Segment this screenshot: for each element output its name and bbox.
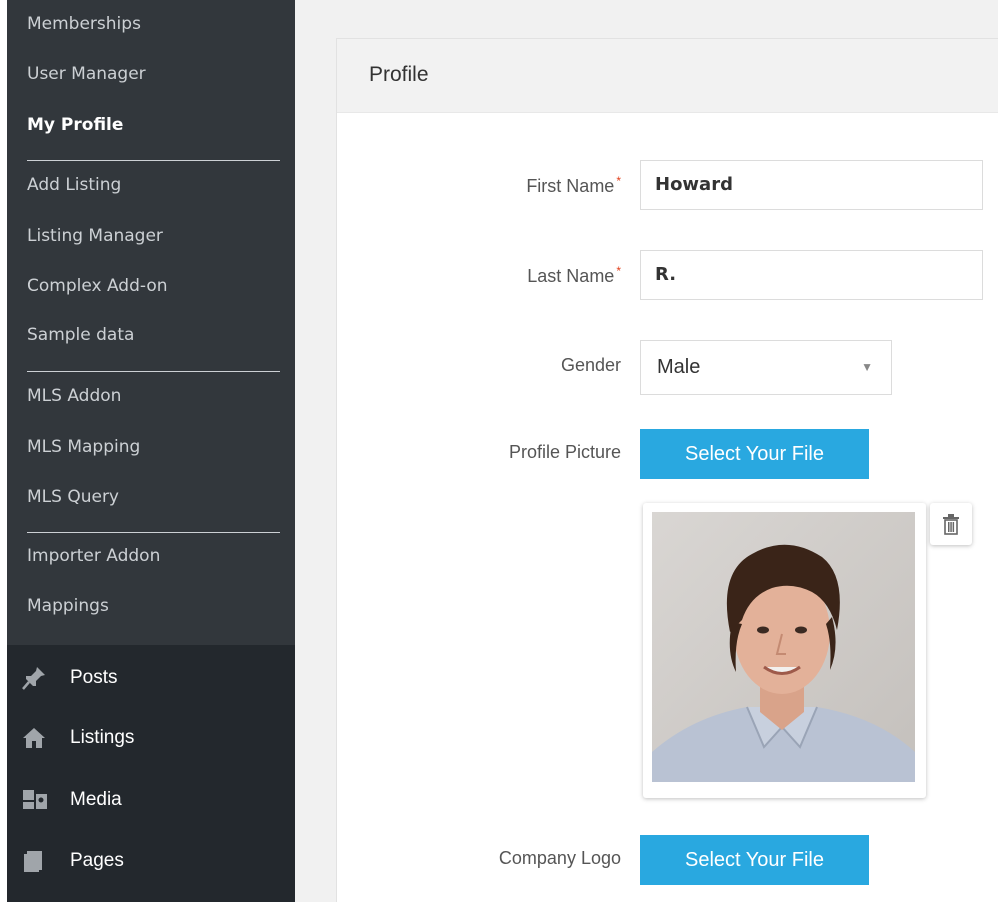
last-name-label-text: Last Name	[527, 266, 615, 286]
profile-photo	[652, 512, 915, 782]
company-logo-select-button[interactable]: Select Your File	[640, 835, 869, 885]
first-name-label: First Name *	[526, 174, 621, 197]
profile-picture-preview	[643, 503, 926, 798]
gender-label: Gender	[560, 355, 621, 375]
chevron-down-icon: ▼	[861, 360, 873, 374]
menu-item-label: Listings	[70, 727, 135, 748]
submenu-divider	[27, 532, 280, 533]
submenu: Memberships User Manager My Profile Add …	[7, 0, 295, 645]
submenu-item-mls-mapping[interactable]: MLS Mapping	[27, 437, 140, 457]
home-icon	[21, 725, 61, 751]
submenu-item-mls-query[interactable]: MLS Query	[27, 487, 119, 507]
submenu-item-my-profile[interactable]: My Profile	[27, 115, 123, 135]
trash-icon	[943, 514, 959, 535]
menu-item-label: Posts	[70, 667, 118, 688]
panel-title: Profile	[369, 63, 429, 86]
pin-icon	[21, 665, 61, 691]
submenu-item-listing-manager[interactable]: Listing Manager	[27, 226, 163, 246]
submenu-divider	[27, 371, 280, 372]
menu-item-posts[interactable]: Posts	[7, 648, 295, 708]
admin-sidebar: Memberships User Manager My Profile Add …	[7, 0, 295, 902]
menu-item-label: Pages	[70, 850, 124, 871]
submenu-item-sample-data[interactable]: Sample data	[27, 325, 134, 345]
profile-picture-label: Profile Picture	[508, 442, 621, 462]
menu-item-media[interactable]: Media	[7, 770, 295, 830]
submenu-item-add-listing[interactable]: Add Listing	[27, 175, 121, 195]
last-name-label: Last Name *	[527, 264, 621, 287]
pages-icon	[21, 848, 61, 874]
first-name-input[interactable]: Howard	[640, 160, 983, 210]
menu-item-listings[interactable]: Listings	[7, 708, 295, 768]
gender-select[interactable]: Male ▼	[640, 340, 892, 395]
panel-header: Profile	[337, 39, 998, 113]
submenu-item-importer-addon[interactable]: Importer Addon	[27, 546, 160, 566]
submenu-item-user-manager[interactable]: User Manager	[27, 64, 146, 84]
submenu-item-mappings[interactable]: Mappings	[27, 596, 109, 616]
gender-select-value: Male	[657, 356, 701, 378]
media-icon	[21, 787, 61, 813]
profile-picture-select-button[interactable]: Select Your File	[640, 429, 869, 479]
last-name-input[interactable]: R.	[640, 250, 983, 300]
submenu-item-mls-addon[interactable]: MLS Addon	[27, 386, 121, 406]
menu-item-pages[interactable]: Pages	[7, 831, 295, 891]
menu-item-label: Media	[70, 789, 122, 810]
required-mark: *	[616, 264, 621, 278]
delete-picture-button[interactable]	[930, 503, 972, 545]
company-logo-label: Company Logo	[498, 848, 621, 868]
required-mark: *	[616, 174, 621, 188]
first-name-label-text: First Name	[526, 176, 615, 196]
submenu-divider	[27, 160, 280, 161]
submenu-item-memberships[interactable]: Memberships	[27, 14, 141, 34]
submenu-item-complex-add-on[interactable]: Complex Add-on	[27, 276, 168, 296]
